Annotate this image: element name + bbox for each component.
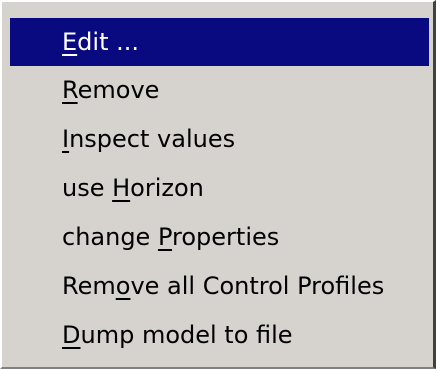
mnemonic-letter: D <box>62 321 81 349</box>
menu-item-label: Remove all Control Profiles <box>62 272 385 300</box>
context-menu: Edit ... Remove Inspect values use Horiz… <box>0 0 436 369</box>
menu-item-label: Inspect values <box>62 125 236 153</box>
mnemonic-letter: H <box>112 174 131 202</box>
menu-item-remove-all-control-profiles[interactable]: Remove all Control Profiles <box>10 262 429 310</box>
menu-item-dump-model-to-file[interactable]: Dump model to file <box>10 311 429 359</box>
mnemonic-letter: E <box>62 28 78 56</box>
menu-item-label: Dump model to file <box>62 321 293 349</box>
menu-item-inspect-values[interactable]: Inspect values <box>10 115 429 163</box>
menu-item-label: Remove <box>62 76 160 104</box>
mnemonic-letter: P <box>157 223 173 251</box>
menu-item-change-properties[interactable]: change Properties <box>10 213 429 261</box>
menu-item-label: use Horizon <box>62 174 204 202</box>
menu-item-label: change Properties <box>62 223 280 251</box>
menu-item-label: Edit ... <box>62 28 139 56</box>
mnemonic-letter: R <box>62 76 78 104</box>
menu-item-remove[interactable]: Remove <box>10 66 429 114</box>
menu-item-edit[interactable]: Edit ... <box>10 18 429 66</box>
mnemonic-letter: o <box>115 272 131 300</box>
menu-item-use-horizon[interactable]: use Horizon <box>10 164 429 212</box>
